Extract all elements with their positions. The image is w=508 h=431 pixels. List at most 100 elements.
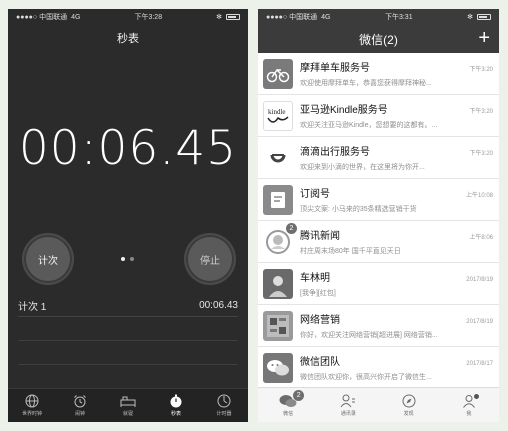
carrier-name: ●●●●○ 中国联通: [16, 14, 68, 21]
page-indicator[interactable]: [121, 257, 134, 261]
chat-item-mobike[interactable]: 摩拜单车服务号 下午3:20 欢迎使用摩拜单车，恭喜您获得摩拜神秘...: [258, 53, 499, 95]
chat-item-wechat-team[interactable]: 微信团队 2017/8/17 微信团队欢迎你，很高兴你开启了微信生...: [258, 347, 499, 389]
chat-time: 下午3:20: [469, 109, 493, 115]
stop-button[interactable]: 停止: [184, 233, 236, 285]
tab-alarm[interactable]: 闹钟: [56, 389, 104, 422]
chat-preview: 你好，欢迎关注网络营销[超进展] 网络营销...: [300, 332, 438, 339]
stopwatch-display: 00:06.45: [18, 121, 238, 176]
chat-item-didi[interactable]: 滴滴出行服务号 下午3:20 欢迎来到小滴的世界，在这里将为你开...: [258, 137, 499, 179]
wechat-tab-bar: 2 微信 通讯录 发现 我: [258, 387, 499, 422]
chat-preview: [我争][红包]: [300, 290, 336, 297]
chat-time: 2017/8/19: [466, 319, 493, 325]
kindle-avatar-icon: kindle: [263, 100, 293, 131]
tab-label: 计时器: [216, 411, 232, 417]
chat-preview: 微信团队欢迎你，很高兴你开启了微信生...: [300, 374, 432, 381]
battery-icon: [477, 14, 491, 20]
lap-time: 00:06.43: [199, 300, 238, 311]
bluetooth-icon: ✻: [467, 14, 473, 21]
chat-name: 腾讯新闻: [300, 231, 340, 242]
nav-bar: 微信(2) +: [258, 25, 499, 53]
globe-icon: [25, 394, 39, 408]
compass-icon: [402, 394, 416, 407]
status-time: 下午3:28: [134, 14, 163, 21]
page-dot: [130, 257, 134, 261]
tab-world-clock[interactable]: 世界时钟: [8, 389, 56, 422]
chat-name: 滴滴出行服务号: [300, 147, 370, 158]
wechat-screen: ●●●●○ 中国联通 4G 下午3:31 ✻ 微信(2) + 摩拜单车服务号 下…: [258, 9, 499, 422]
chat-item-marketing[interactable]: 网络营销 2017/8/19 你好，欢迎关注网络营销[超进展] 网络营销...: [258, 305, 499, 347]
tab-label: 就寝: [122, 411, 133, 417]
battery-icon: [226, 14, 240, 20]
chat-name: 亚马逊Kindle服务号: [300, 105, 388, 116]
svg-text:kindle: kindle: [268, 108, 286, 116]
status-time: 下午3:31: [384, 14, 413, 21]
tab-bedtime[interactable]: 就寝: [104, 389, 152, 422]
chat-item-kindle[interactable]: kindle 亚马逊Kindle服务号 下午3:20 欢迎关注亚马逊Kindle…: [258, 95, 499, 137]
stopwatch-screen: ●●●●○ 中国联通 4G 下午3:28 ✻ 秒表 00:06.45 计次 停止…: [8, 9, 248, 422]
lap-empty-row: [18, 341, 238, 365]
person-avatar-icon: [263, 268, 293, 299]
network-type: 4G: [71, 13, 81, 21]
didi-avatar-icon: [263, 142, 293, 173]
chat-name: 订阅号: [300, 189, 330, 200]
tab-chats[interactable]: 2 微信: [258, 388, 318, 422]
chat-name: 摩拜单车服务号: [300, 63, 370, 74]
unread-badge: 2: [286, 222, 297, 234]
chat-time: 下午3:20: [469, 151, 493, 157]
tencent-news-avatar-icon: 2: [263, 222, 297, 257]
carrier-name: ●●●●○ 中国联通: [266, 14, 318, 21]
chat-time: 下午3:20: [469, 67, 493, 73]
chat-item-subscriptions[interactable]: 订阅号 上午10:08 顶尖文案: 小马来的35条精选营销干货: [258, 179, 499, 221]
network-type: 4G: [321, 13, 331, 21]
bike-avatar-icon: [263, 58, 293, 89]
tab-discover[interactable]: 发现: [379, 388, 439, 422]
stopwatch-icon: [170, 394, 182, 408]
lap-empty-row: [18, 365, 238, 389]
tab-label: 世界时钟: [21, 411, 42, 417]
lap-empty-row: [18, 317, 238, 341]
tab-label: 我: [466, 410, 472, 417]
chat-preview: 顶尖文案: 小马来的35条精选营销干货: [300, 206, 417, 213]
page-title: 微信(2): [359, 32, 398, 47]
bed-icon: [120, 396, 136, 407]
tab-label: 发现: [403, 410, 414, 417]
lap-list: 计次 1 00:06.43: [18, 295, 238, 389]
tab-contacts[interactable]: 通讯录: [318, 388, 378, 422]
chat-time: 上午10:08: [465, 193, 493, 199]
lap-label: 计次 1: [18, 302, 47, 313]
page-dot-active: [121, 257, 125, 261]
unread-badge: 2: [293, 390, 305, 401]
chat-preview: 欢迎来到小滴的世界，在这里将为你开...: [300, 164, 425, 171]
clock-tab-bar: 世界时钟 闹钟 就寝 秒表 计时器: [8, 388, 248, 422]
status-bar: ●●●●○ 中国联通 4G 下午3:31 ✻: [258, 9, 499, 25]
timer-icon: [217, 394, 231, 408]
status-bar: ●●●●○ 中国联通 4G 下午3:28 ✻: [8, 9, 248, 25]
bluetooth-icon: ✻: [216, 14, 222, 21]
tab-label: 微信: [283, 410, 294, 417]
chat-preview: 村庄周末场80年 国千平直见天日: [300, 248, 401, 255]
chat-list: 摩拜单车服务号 下午3:20 欢迎使用摩拜单车，恭喜您获得摩拜神秘... kin…: [258, 53, 499, 389]
add-button[interactable]: +: [478, 27, 490, 49]
chat-name: 微信团队: [300, 357, 340, 368]
lap-row: 计次 1 00:06.43: [18, 295, 238, 317]
tab-me[interactable]: 我: [439, 388, 499, 422]
tab-label: 闹钟: [74, 411, 85, 417]
alarm-clock-icon: [74, 395, 86, 408]
tab-label: 秒表: [170, 411, 181, 417]
chat-item-tencent-news[interactable]: 2 腾讯新闻 上午8:06 村庄周末场80年 国千平直见天日: [258, 221, 499, 263]
chat-name: 车林明: [300, 273, 330, 284]
chat-preview: 欢迎关注亚马逊Kindle，您想要的这都有。...: [300, 122, 438, 129]
chat-name: 网络营销: [300, 315, 340, 326]
tab-stopwatch[interactable]: 秒表: [152, 389, 200, 422]
chat-time: 2017/8/19: [466, 277, 493, 283]
lap-button[interactable]: 计次: [22, 233, 74, 285]
tab-timer[interactable]: 计时器: [200, 389, 248, 422]
chat-preview: 欢迎使用摩拜单车，恭喜您获得摩拜神秘...: [300, 80, 432, 87]
chat-time: 上午8:06: [469, 235, 493, 241]
wechat-team-avatar-icon: [263, 352, 293, 383]
marketing-avatar-icon: [263, 310, 293, 341]
tab-label: 通讯录: [340, 410, 356, 417]
chat-item-contact[interactable]: 车林明 2017/8/19 [我争][红包]: [258, 263, 499, 305]
page-title: 秒表: [117, 33, 139, 45]
subscription-avatar-icon: [263, 184, 293, 215]
